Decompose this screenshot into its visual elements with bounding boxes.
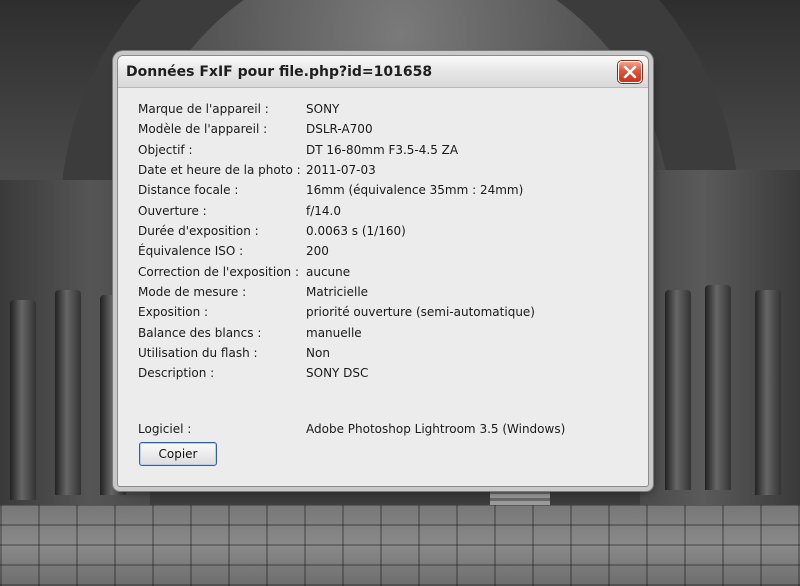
field-row: Exposition : priorité ouverture (semi-au… (138, 305, 638, 323)
field-label: Distance focale : (138, 183, 239, 197)
field-value: DT 16-80mm F3.5-4.5 ZA (306, 143, 459, 157)
field-row: Modèle de l'appareil : DSLR-A700 (138, 122, 638, 140)
exif-dialog: Données FxIF pour file.php?id=101658 Mar… (117, 55, 649, 487)
field-row: Description : SONY DSC (138, 366, 638, 384)
field-row: Date et heure de la photo : 2011-07-03 (138, 163, 638, 181)
dialog-title: Données FxIF pour file.php?id=101658 (126, 64, 433, 80)
field-value: Non (306, 346, 330, 360)
pillar (10, 300, 36, 500)
pillar (705, 285, 731, 490)
field-row: Correction de l'exposition : aucune (138, 265, 638, 283)
field-label: Modèle de l'appareil : (138, 122, 268, 136)
field-label: Description : (138, 366, 215, 380)
field-row: Durée d'exposition : 0.0063 s (1/160) (138, 224, 638, 242)
field-row: Ouverture : f/14.0 (138, 204, 638, 222)
copy-button[interactable]: Copier (139, 442, 217, 466)
field-row: Équivalence ISO : 200 (138, 244, 638, 262)
close-button[interactable] (618, 61, 642, 83)
field-row: Balance des blancs : manuelle (138, 326, 638, 344)
pillar (665, 290, 691, 490)
field-row: Utilisation du flash : Non (138, 346, 638, 364)
cobblestone-floor (0, 505, 800, 586)
field-label: Équivalence ISO : (138, 244, 244, 258)
pillar (55, 290, 81, 495)
field-value: f/14.0 (306, 204, 341, 218)
field-label: Ouverture : (138, 204, 207, 218)
field-label: Mode de mesure : (138, 285, 247, 299)
field-value: 0.0063 s (1/160) (306, 224, 406, 238)
field-value: priorité ouverture (semi-automatique) (306, 305, 535, 319)
software-label: Logiciel : (138, 422, 192, 436)
field-value: 2011-07-03 (306, 163, 376, 177)
close-icon (623, 65, 637, 79)
field-value: aucune (306, 265, 351, 279)
title-bar[interactable]: Données FxIF pour file.php?id=101658 (118, 56, 648, 88)
field-label: Durée d'exposition : (138, 224, 259, 238)
field-label: Date et heure de la photo : (138, 163, 301, 177)
field-row: Objectif : DT 16-80mm F3.5-4.5 ZA (138, 143, 638, 161)
field-row: Mode de mesure : Matricielle (138, 285, 638, 303)
software-value: Adobe Photoshop Lightroom 3.5 (Windows) (306, 422, 566, 436)
field-label: Utilisation du flash : (138, 346, 258, 360)
field-value: 16mm (équivalence 35mm : 24mm) (306, 183, 524, 197)
field-row: Distance focale : 16mm (équivalence 35mm… (138, 183, 638, 201)
pillar (755, 290, 781, 495)
exif-content: Marque de l'appareil : SONY Modèle de l'… (122, 90, 644, 482)
field-label: Correction de l'exposition : (138, 265, 300, 279)
field-value: DSLR-A700 (306, 122, 373, 136)
field-value: Matricielle (306, 285, 369, 299)
field-label: Exposition : (138, 305, 209, 319)
field-label: Marque de l'appareil : (138, 102, 269, 116)
field-value: SONY (306, 102, 340, 116)
field-value: 200 (306, 244, 329, 258)
field-value: SONY DSC (306, 366, 369, 380)
field-label: Balance des blancs : (138, 326, 262, 340)
field-value: manuelle (306, 326, 362, 340)
field-label: Objectif : (138, 143, 193, 157)
field-row: Marque de l'appareil : SONY (138, 102, 638, 120)
software-row: Logiciel : Adobe Photoshop Lightroom 3.5… (138, 422, 638, 440)
